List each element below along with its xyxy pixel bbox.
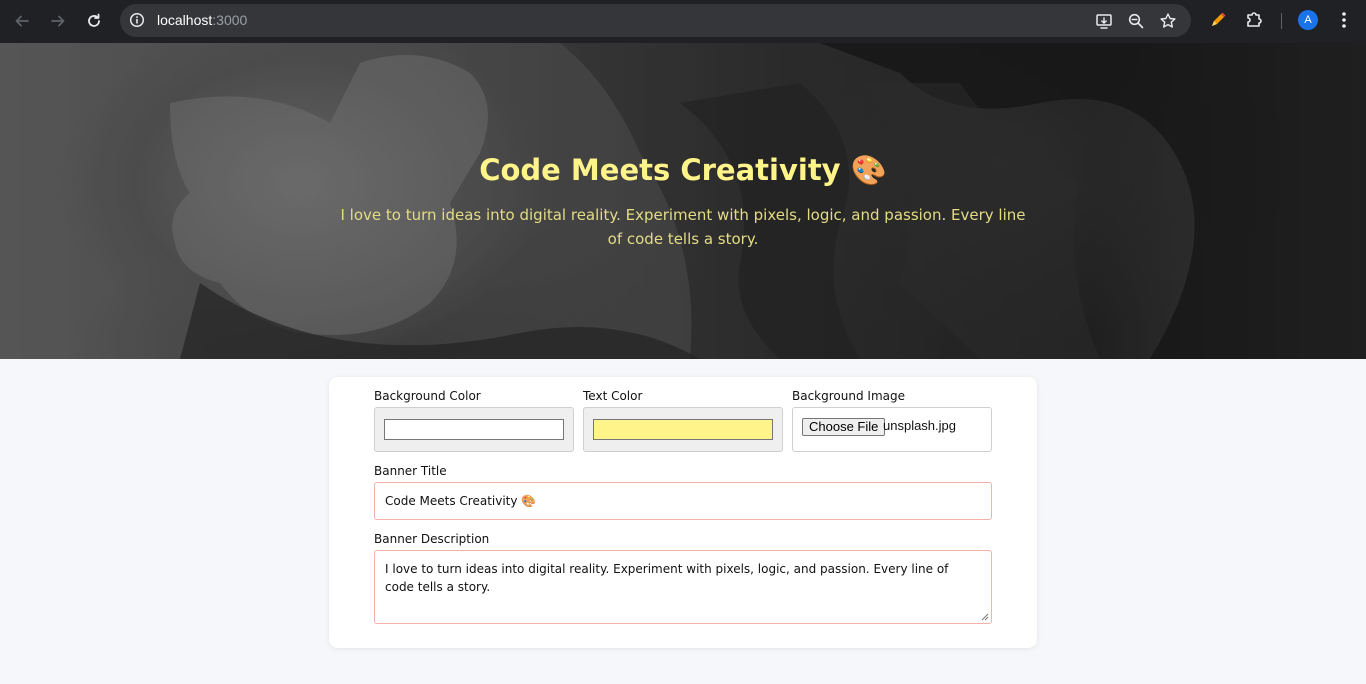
url-host: localhost — [157, 12, 213, 28]
star-icon[interactable] — [1159, 12, 1177, 30]
hero-banner: Code Meets Creativity 🎨 I love to turn i… — [0, 43, 1366, 359]
banner-title-input[interactable]: Code Meets Creativity 🎨 — [374, 482, 992, 520]
puzzle-icon[interactable] — [1244, 10, 1264, 30]
browser-toolbar: localhost:3000 A — [0, 0, 1366, 43]
selected-file-name: unsplash.jpg — [883, 418, 956, 433]
text-color-picker[interactable] — [583, 407, 783, 452]
banner-settings-card: Background Color Text Color Background I… — [329, 377, 1037, 648]
banner-description-label: Banner Description — [374, 532, 490, 546]
banner-description-textarea[interactable]: I love to turn ideas into digital realit… — [374, 550, 992, 624]
banner-overlay — [0, 43, 1366, 359]
background-image-label: Background Image — [792, 389, 905, 403]
url-text[interactable]: localhost:3000 — [157, 12, 247, 28]
arrow-left-icon — [15, 15, 29, 27]
background-color-label: Background Color — [374, 389, 481, 403]
banner-title-label: Banner Title — [374, 464, 447, 478]
resize-grip-icon[interactable] — [981, 613, 989, 621]
reload-icon — [88, 13, 100, 27]
toolbar-divider — [1281, 13, 1282, 29]
background-color-swatch[interactable] — [384, 419, 564, 440]
choose-file-button[interactable]: Choose File — [802, 418, 886, 436]
back-button[interactable] — [9, 8, 35, 34]
info-icon[interactable] — [129, 12, 145, 28]
url-port: :3000 — [212, 12, 248, 28]
kebab-menu-icon[interactable] — [1334, 10, 1354, 30]
text-color-label: Text Color — [583, 389, 643, 403]
banner-title: Code Meets Creativity 🎨 — [479, 153, 887, 187]
text-color-swatch[interactable] — [593, 419, 773, 440]
pen-icon[interactable] — [1208, 10, 1228, 30]
forward-button[interactable] — [45, 8, 71, 34]
reload-button[interactable] — [81, 8, 107, 34]
background-color-picker[interactable] — [374, 407, 574, 452]
address-bar[interactable]: localhost:3000 — [120, 4, 1191, 37]
install-app-icon[interactable] — [1095, 12, 1113, 30]
arrow-right-icon — [51, 15, 65, 27]
zoom-icon[interactable] — [1127, 12, 1145, 30]
banner-description: I love to turn ideas into digital realit… — [340, 206, 1026, 248]
background-image-input[interactable]: Choose File unsplash.jpg — [792, 407, 992, 452]
avatar[interactable]: A — [1298, 10, 1318, 30]
banner-description-value: I love to turn ideas into digital realit… — [385, 562, 949, 594]
